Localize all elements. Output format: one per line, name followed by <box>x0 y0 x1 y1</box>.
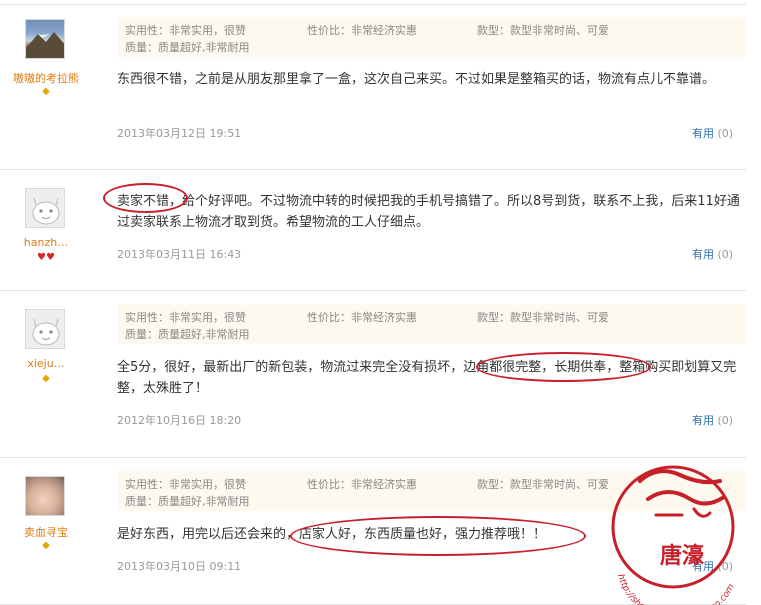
heart-rank-icon: ♥♥ <box>37 252 55 263</box>
attr-value-practical: 非常实用，很赞 <box>169 311 246 324</box>
avatar[interactable] <box>25 309 65 349</box>
attr-value-quality: 质量超好,非常耐用 <box>158 495 250 508</box>
attr-value-value: 非常经济实惠 <box>351 311 417 324</box>
review-date: 2013年03月11日 16:43 <box>117 248 242 261</box>
diamond-rank-icon: ◆ <box>42 373 50 384</box>
helpful-link[interactable]: 有用 (0) <box>692 412 733 428</box>
annotation-ellipse <box>476 352 651 382</box>
attr-label: 实用性： <box>125 311 169 324</box>
attr-label: 实用性： <box>125 24 169 37</box>
attr-value-style: 款型非常时尚、可爱 <box>510 311 609 324</box>
attr-label: 质量： <box>125 328 158 341</box>
review-date: 2013年03月10日 09:11 <box>117 560 242 573</box>
attr-value-value: 非常经济实惠 <box>351 24 417 37</box>
avatar[interactable] <box>25 188 65 228</box>
watermark-url: http://shop36609760.taobao.com <box>615 573 737 605</box>
username[interactable]: 嗷嗷的考拉熊 <box>0 70 92 86</box>
attr-value-style: 款型非常时尚、可爱 <box>510 24 609 37</box>
attr-value-style: 款型非常时尚、可爱 <box>510 478 609 491</box>
attr-label: 质量： <box>125 41 158 54</box>
attr-label: 性价比： <box>307 24 351 37</box>
rating-attributes: 实用性：非常实用，很赞 性价比：非常经济实惠 款型：款型非常时尚、可爱 质量：质… <box>117 304 746 344</box>
username[interactable]: hanzh… <box>0 236 92 249</box>
avatar[interactable] <box>25 19 65 59</box>
review-text: 卖家不错，给个好评吧。不过物流中转的时候把我的手机号搞错了。所以8号到货，联系不… <box>117 194 740 230</box>
attr-value-value: 非常经济实惠 <box>351 478 417 491</box>
helpful-link[interactable]: 有用 (0) <box>692 246 733 262</box>
rating-attributes: 实用性：非常实用，很赞 性价比：非常经济实惠 款型：款型非常时尚、可爱 质量：质… <box>117 17 746 57</box>
attr-label: 性价比： <box>307 478 351 491</box>
attr-label: 实用性： <box>125 478 169 491</box>
helpful-link[interactable]: 有用 (0) <box>692 125 733 141</box>
attr-label: 性价比： <box>307 311 351 324</box>
username[interactable]: 卖血寻宝 <box>0 524 92 540</box>
attr-label: 款型： <box>477 478 510 491</box>
username[interactable]: xieju… <box>0 357 92 370</box>
attr-value-quality: 质量超好,非常耐用 <box>158 41 250 54</box>
attr-label: 质量： <box>125 495 158 508</box>
watermark-stamp: 唐濠 http://shop36609760.taobao.com <box>598 455 748 605</box>
review-date: 2012年10月16日 18:20 <box>117 414 242 427</box>
svg-text:http://shop36609760.taobao.com: http://shop36609760.taobao.com <box>615 573 737 605</box>
review-date: 2013年03月12日 19:51 <box>117 127 242 140</box>
avatar[interactable] <box>25 476 65 516</box>
attr-label: 款型： <box>477 311 510 324</box>
attr-value-quality: 质量超好,非常耐用 <box>158 328 250 341</box>
diamond-rank-icon: ◆ <box>42 540 50 551</box>
attr-value-practical: 非常实用，很赞 <box>169 478 246 491</box>
annotation-ellipse <box>290 516 586 556</box>
annotation-ellipse <box>103 183 188 213</box>
attr-value-practical: 非常实用，很赞 <box>169 24 246 37</box>
attr-label: 款型： <box>477 24 510 37</box>
watermark-chars: 唐濠 <box>660 543 704 569</box>
diamond-rank-icon: ◆ <box>42 86 50 97</box>
review-item: 嗷嗷的考拉熊 ◆ 实用性：非常实用，很赞 性价比：非常经济实惠 款型：款型非常时… <box>0 4 746 170</box>
review-text: 东西很不错，之前是从朋友那里拿了一盒，这次自己来买。不过如果是整箱买的话，物流有… <box>117 72 716 87</box>
